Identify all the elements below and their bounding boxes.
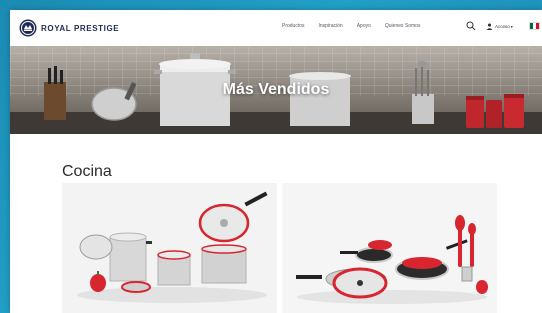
brand-name: ROYAL PRESTIGE	[41, 23, 120, 33]
nav-item-quienes-somos[interactable]: Quienes Somos	[385, 23, 421, 29]
nav-item-inspiracion[interactable]: Inspiración	[319, 23, 343, 29]
nav-item-productos[interactable]: Productos	[282, 23, 305, 29]
brand-logo-link[interactable]: ROYAL PRESTIGE	[19, 19, 119, 37]
royal-prestige-emblem-icon	[19, 19, 37, 37]
account-label: Acceso	[495, 23, 510, 29]
main-nav: Productos Inspiración Apoyo Quienes Somo…	[282, 23, 434, 29]
hero-banner: Más Vendidos	[10, 46, 542, 134]
search-icon[interactable]	[466, 21, 476, 31]
cookware-set-image	[62, 183, 277, 313]
browser-page: ROYAL PRESTIGE Productos Inspiración Apo…	[10, 10, 542, 313]
user-icon	[486, 22, 493, 30]
section-title: Cocina	[62, 163, 112, 180]
product-card-cookware-set[interactable]	[62, 183, 277, 313]
mexico-flag-icon[interactable]	[528, 22, 540, 30]
pans-and-utensils-image	[282, 183, 497, 313]
account-menu[interactable]: Acceso ▾	[486, 22, 513, 30]
site-header: ROYAL PRESTIGE Productos Inspiración Apo…	[10, 10, 542, 46]
product-card-pans-utensils[interactable]	[282, 183, 497, 313]
nav-item-apoyo[interactable]: Apoyo	[357, 23, 371, 29]
header-utilities: Acceso ▾ ▾	[466, 21, 542, 31]
hero-title: Más Vendidos	[222, 81, 330, 98]
chevron-down-icon: ▾	[510, 23, 513, 29]
